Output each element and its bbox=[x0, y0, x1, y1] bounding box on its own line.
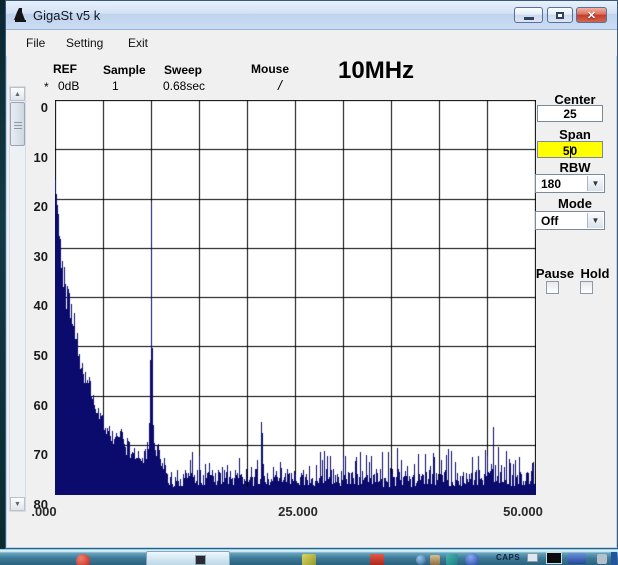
tray-blue-icon[interactable] bbox=[416, 555, 426, 565]
center-frequency-title: 10MHz bbox=[338, 57, 415, 84]
hold-label: Hold bbox=[580, 266, 610, 281]
rbw-value: 180 bbox=[541, 177, 562, 191]
span-input[interactable]: 50 bbox=[537, 141, 603, 158]
y-tick-label: 20 bbox=[33, 199, 48, 215]
thumb-grip bbox=[14, 128, 22, 129]
mode-value: Off bbox=[541, 214, 559, 228]
caps-indicator: CAPS bbox=[496, 553, 521, 562]
scroll-up-button[interactable]: ▲ bbox=[10, 87, 25, 101]
sweep-value: 0.68sec bbox=[163, 79, 206, 93]
tray-display-icon[interactable] bbox=[546, 552, 562, 564]
span-value-right: 0 bbox=[570, 144, 578, 158]
menu-file[interactable]: File bbox=[26, 36, 45, 50]
span-label: Span bbox=[559, 127, 591, 142]
menubar: File Setting Exit bbox=[6, 30, 617, 56]
pause-label: Pause bbox=[535, 266, 575, 281]
x-tick-label: 50.000 bbox=[503, 504, 543, 519]
tray-network-icon[interactable] bbox=[568, 553, 586, 564]
maximize-button[interactable] bbox=[547, 7, 573, 23]
pause-checkbox[interactable] bbox=[546, 281, 559, 294]
tray-teal-icon[interactable] bbox=[446, 554, 458, 565]
ref-value: 0dB bbox=[58, 79, 80, 93]
menu-exit[interactable]: Exit bbox=[128, 36, 148, 50]
rbw-select[interactable]: 180 ▼ bbox=[535, 174, 605, 193]
tray-overflow-icon[interactable] bbox=[527, 553, 538, 562]
taskbar-red-ball-icon[interactable] bbox=[76, 554, 90, 565]
y-tick-label: 50 bbox=[33, 348, 48, 363]
tray-tan-icon[interactable] bbox=[430, 555, 440, 565]
titlebar[interactable]: GigaSt v5 k ✕ bbox=[6, 1, 617, 30]
chevron-down-icon[interactable]: ▼ bbox=[587, 213, 603, 228]
app-window: GigaSt v5 k ✕ File Setting Exit REF Samp… bbox=[5, 0, 618, 549]
mouse-label: Mouse bbox=[251, 62, 290, 76]
taskbar-app-icon bbox=[195, 555, 206, 565]
center-input[interactable] bbox=[537, 105, 603, 122]
x-tick-label: 25.000 bbox=[278, 504, 318, 519]
chevron-up-icon: ▲ bbox=[14, 91, 21, 98]
minimize-button[interactable] bbox=[514, 7, 543, 23]
hold-checkbox[interactable] bbox=[580, 281, 593, 294]
y-tick-label: 60 bbox=[33, 397, 48, 413]
mode-label: Mode bbox=[558, 196, 592, 211]
menu-setting[interactable]: Setting bbox=[66, 36, 103, 50]
show-desktop-button[interactable] bbox=[611, 552, 617, 565]
taskbar-red-icon[interactable] bbox=[370, 554, 384, 565]
close-button[interactable]: ✕ bbox=[576, 7, 607, 23]
taskbar-yellow-icon[interactable] bbox=[302, 554, 316, 565]
tray-gray-icon[interactable] bbox=[597, 554, 607, 564]
tray-globe-icon[interactable] bbox=[465, 553, 479, 565]
x-tick-label: .000 bbox=[31, 504, 57, 519]
sample-label: Sample bbox=[103, 63, 146, 77]
window-title: GigaSt v5 k bbox=[33, 8, 101, 23]
spectrum-plot bbox=[55, 100, 536, 495]
y-tick-label: 30 bbox=[33, 248, 48, 264]
thumb-grip bbox=[14, 125, 22, 126]
minimize-icon bbox=[524, 17, 534, 20]
taskbar[interactable]: CAPS bbox=[0, 549, 618, 565]
taskbar-active-app-button[interactable] bbox=[146, 551, 230, 565]
chevron-down-icon[interactable]: ▼ bbox=[587, 176, 603, 191]
thumb-grip bbox=[14, 122, 22, 123]
span-value-left: 5 bbox=[562, 144, 570, 158]
app-icon bbox=[14, 8, 26, 22]
y-tick-label: 40 bbox=[33, 298, 48, 314]
ref-marker: * bbox=[44, 80, 49, 94]
maximize-icon bbox=[556, 12, 564, 19]
mouse-cursor-mark: / bbox=[278, 77, 282, 93]
close-icon: ✕ bbox=[586, 10, 597, 22]
y-tick-label: 70 bbox=[33, 447, 48, 463]
sample-value: 1 bbox=[112, 79, 119, 93]
y-tick-label: 0 bbox=[40, 100, 48, 115]
rbw-label: RBW bbox=[559, 160, 591, 175]
mode-select[interactable]: Off ▼ bbox=[535, 211, 605, 230]
ref-label: REF bbox=[53, 62, 77, 76]
y-tick-label: 10 bbox=[33, 149, 48, 165]
sweep-label: Sweep bbox=[164, 63, 203, 77]
